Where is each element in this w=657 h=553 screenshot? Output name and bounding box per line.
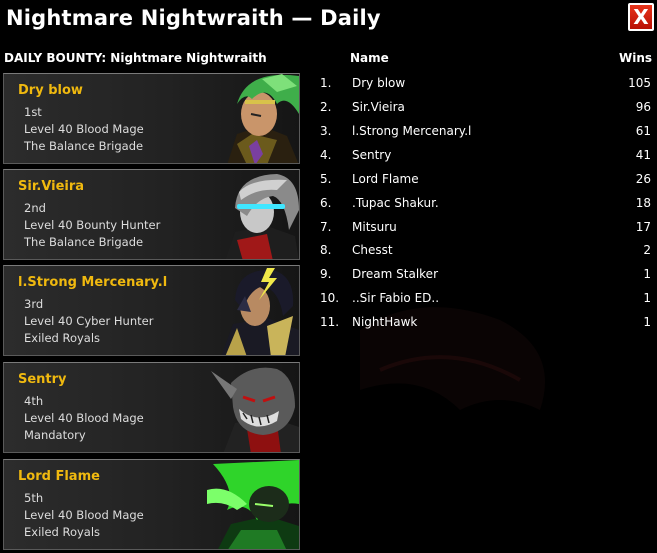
- title-bar: Nightmare Nightwraith — Daily X: [0, 0, 657, 40]
- close-button[interactable]: X: [628, 3, 654, 31]
- player-place: 5th: [24, 491, 44, 505]
- player-card[interactable]: Dry blow 1st Level 40 Blood Mage The Bal…: [3, 73, 300, 164]
- player-place: 2nd: [24, 201, 46, 215]
- row-wins: 2: [643, 243, 651, 257]
- name-column-header: Name: [350, 51, 389, 65]
- player-guild: Exiled Royals: [24, 525, 101, 539]
- row-wins: 1: [643, 291, 651, 305]
- player-place: 3rd: [24, 297, 44, 311]
- grinning-demon-icon: [211, 367, 299, 452]
- row-wins: 96: [635, 100, 651, 114]
- table-row: 4. Sentry 41: [318, 148, 653, 168]
- player-level-class: Level 40 Blood Mage: [24, 122, 144, 136]
- table-row: 5. Lord Flame 26: [318, 172, 653, 192]
- row-rank: 8.: [320, 243, 332, 257]
- row-wins: 105: [628, 76, 651, 90]
- row-name: NightHawk: [352, 315, 418, 329]
- player-card[interactable]: l.Strong Mercenary.l 3rd Level 40 Cyber …: [3, 265, 300, 356]
- table-row: 6. .Tupac Shakur. 18: [318, 196, 653, 216]
- row-wins: 1: [643, 315, 651, 329]
- player-level-class: Level 40 Cyber Hunter: [24, 314, 154, 328]
- row-name: ..Sir Fabio ED..: [352, 291, 440, 305]
- window-title: Nightmare Nightwraith — Daily: [6, 6, 381, 30]
- row-rank: 4.: [320, 148, 332, 162]
- player-place: 1st: [24, 105, 42, 119]
- row-wins: 41: [635, 148, 651, 162]
- table-row: 10. ..Sir Fabio ED.. 1: [318, 291, 653, 311]
- row-wins: 61: [635, 124, 651, 138]
- player-level-class: Level 40 Blood Mage: [24, 411, 144, 425]
- player-name: Sentry: [18, 372, 67, 387]
- player-guild: The Balance Brigade: [24, 139, 144, 153]
- row-name: Lord Flame: [352, 172, 419, 186]
- row-rank: 9.: [320, 267, 332, 281]
- player-card[interactable]: Lord Flame 5th Level 40 Blood Mage Exile…: [3, 459, 300, 550]
- row-rank: 5.: [320, 172, 332, 186]
- row-name: Dream Stalker: [352, 267, 438, 281]
- table-row: 11. NightHawk 1: [318, 315, 653, 335]
- player-name: Dry blow: [18, 83, 83, 98]
- background-wraith-art: [360, 307, 545, 410]
- row-rank: 2.: [320, 100, 332, 114]
- table-row: 2. Sir.Vieira 96: [318, 100, 653, 120]
- row-name: l.Strong Mercenary.l: [352, 124, 472, 138]
- row-name: Chesst: [352, 243, 393, 257]
- row-rank: 1.: [320, 76, 332, 90]
- green-haired-hero-icon: [227, 74, 299, 163]
- row-wins: 17: [635, 220, 651, 234]
- player-level-class: Level 40 Bounty Hunter: [24, 218, 161, 232]
- row-rank: 7.: [320, 220, 332, 234]
- row-wins: 1: [643, 267, 651, 281]
- table-row: 3. l.Strong Mercenary.l 61: [318, 124, 653, 144]
- row-rank: 6.: [320, 196, 332, 210]
- player-level-class: Level 40 Blood Mage: [24, 508, 144, 522]
- row-name: Sentry: [352, 148, 392, 162]
- table-row: 7. Mitsuru 17: [318, 220, 653, 240]
- row-name: Mitsuru: [352, 220, 397, 234]
- bounty-label: DAILY BOUNTY: Nightmare Nightwraith: [4, 51, 267, 65]
- player-guild: Exiled Royals: [24, 331, 101, 345]
- table-row: 8. Chesst 2: [318, 243, 653, 263]
- player-name: l.Strong Mercenary.l: [18, 275, 168, 290]
- player-guild: The Balance Brigade: [24, 235, 144, 249]
- player-name: Sir.Vieira: [18, 179, 85, 194]
- row-name: Dry blow: [352, 76, 406, 90]
- row-rank: 11.: [320, 315, 340, 329]
- table-row: 9. Dream Stalker 1: [318, 267, 653, 287]
- cyan-visor-hero-icon: [225, 174, 299, 259]
- wins-column-header: Wins: [619, 51, 653, 65]
- lightning-horned-hero-icon: [221, 268, 299, 355]
- player-guild: Mandatory: [24, 428, 86, 442]
- player-place: 4th: [24, 394, 44, 408]
- row-wins: 26: [635, 172, 651, 186]
- player-card[interactable]: Sentry 4th Level 40 Blood Mage Mandatory: [3, 362, 300, 453]
- row-name: .Tupac Shakur.: [352, 196, 439, 210]
- green-flame-hood-icon: [207, 460, 299, 549]
- row-rank: 10.: [320, 291, 340, 305]
- row-rank: 3.: [320, 124, 332, 138]
- table-row: 1. Dry blow 105: [318, 76, 653, 96]
- row-wins: 18: [635, 196, 651, 210]
- player-card[interactable]: Sir.Vieira 2nd Level 40 Bounty Hunter Th…: [3, 169, 300, 260]
- player-name: Lord Flame: [18, 469, 100, 484]
- row-name: Sir.Vieira: [352, 100, 405, 114]
